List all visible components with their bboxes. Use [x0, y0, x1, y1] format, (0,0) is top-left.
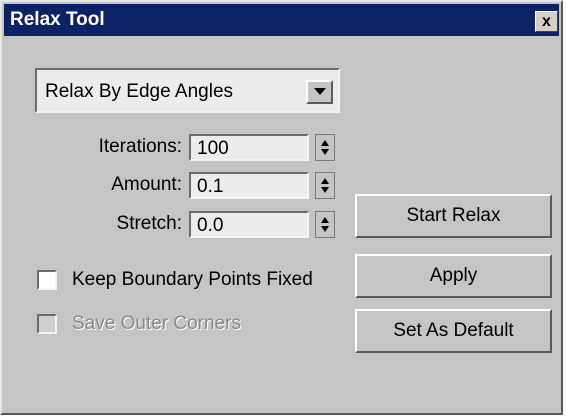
stretch-value: 0.0	[197, 215, 224, 236]
iterations-field[interactable]: 100	[189, 134, 309, 161]
amount-label: Amount:	[111, 174, 182, 195]
apply-button[interactable]: Apply	[355, 254, 552, 298]
close-button[interactable]: x	[535, 11, 558, 32]
spinner-down-icon[interactable]	[321, 226, 329, 232]
start-relax-button[interactable]: Start Relax	[355, 194, 552, 238]
spinner-down-icon[interactable]	[321, 149, 329, 155]
save-outer-corners-label: Save Outer Corners	[72, 313, 241, 334]
close-icon: x	[542, 12, 551, 30]
keep-boundary-points-checkbox[interactable]	[37, 270, 57, 290]
relax-method-value: Relax By Edge Angles	[45, 81, 234, 102]
iterations-value: 100	[197, 138, 229, 159]
amount-spinner[interactable]	[315, 172, 335, 199]
stretch-field[interactable]: 0.0	[189, 211, 309, 238]
iterations-label: Iterations:	[98, 136, 182, 157]
spinner-down-icon[interactable]	[321, 187, 329, 193]
keep-boundary-points-label: Keep Boundary Points Fixed	[72, 269, 313, 290]
spinner-up-icon[interactable]	[321, 140, 329, 146]
chevron-down-icon	[313, 88, 326, 95]
amount-value: 0.1	[197, 176, 224, 197]
iterations-spinner[interactable]	[315, 134, 335, 161]
amount-field[interactable]: 0.1	[189, 172, 309, 199]
title-bar[interactable]: Relax Tool x	[4, 4, 559, 36]
window-title: Relax Tool	[10, 9, 105, 30]
spinner-up-icon[interactable]	[321, 217, 329, 223]
relax-method-dropdown[interactable]: Relax By Edge Angles	[35, 68, 340, 113]
dropdown-arrow-button[interactable]	[306, 80, 333, 104]
spinner-up-icon[interactable]	[321, 178, 329, 184]
relax-tool-window: Relax Tool x Relax By Edge Angles Iterat…	[0, 0, 563, 415]
stretch-label: Stretch:	[116, 213, 182, 234]
stretch-spinner[interactable]	[315, 211, 335, 238]
save-outer-corners-checkbox	[37, 314, 57, 334]
set-as-default-button[interactable]: Set As Default	[355, 309, 552, 353]
